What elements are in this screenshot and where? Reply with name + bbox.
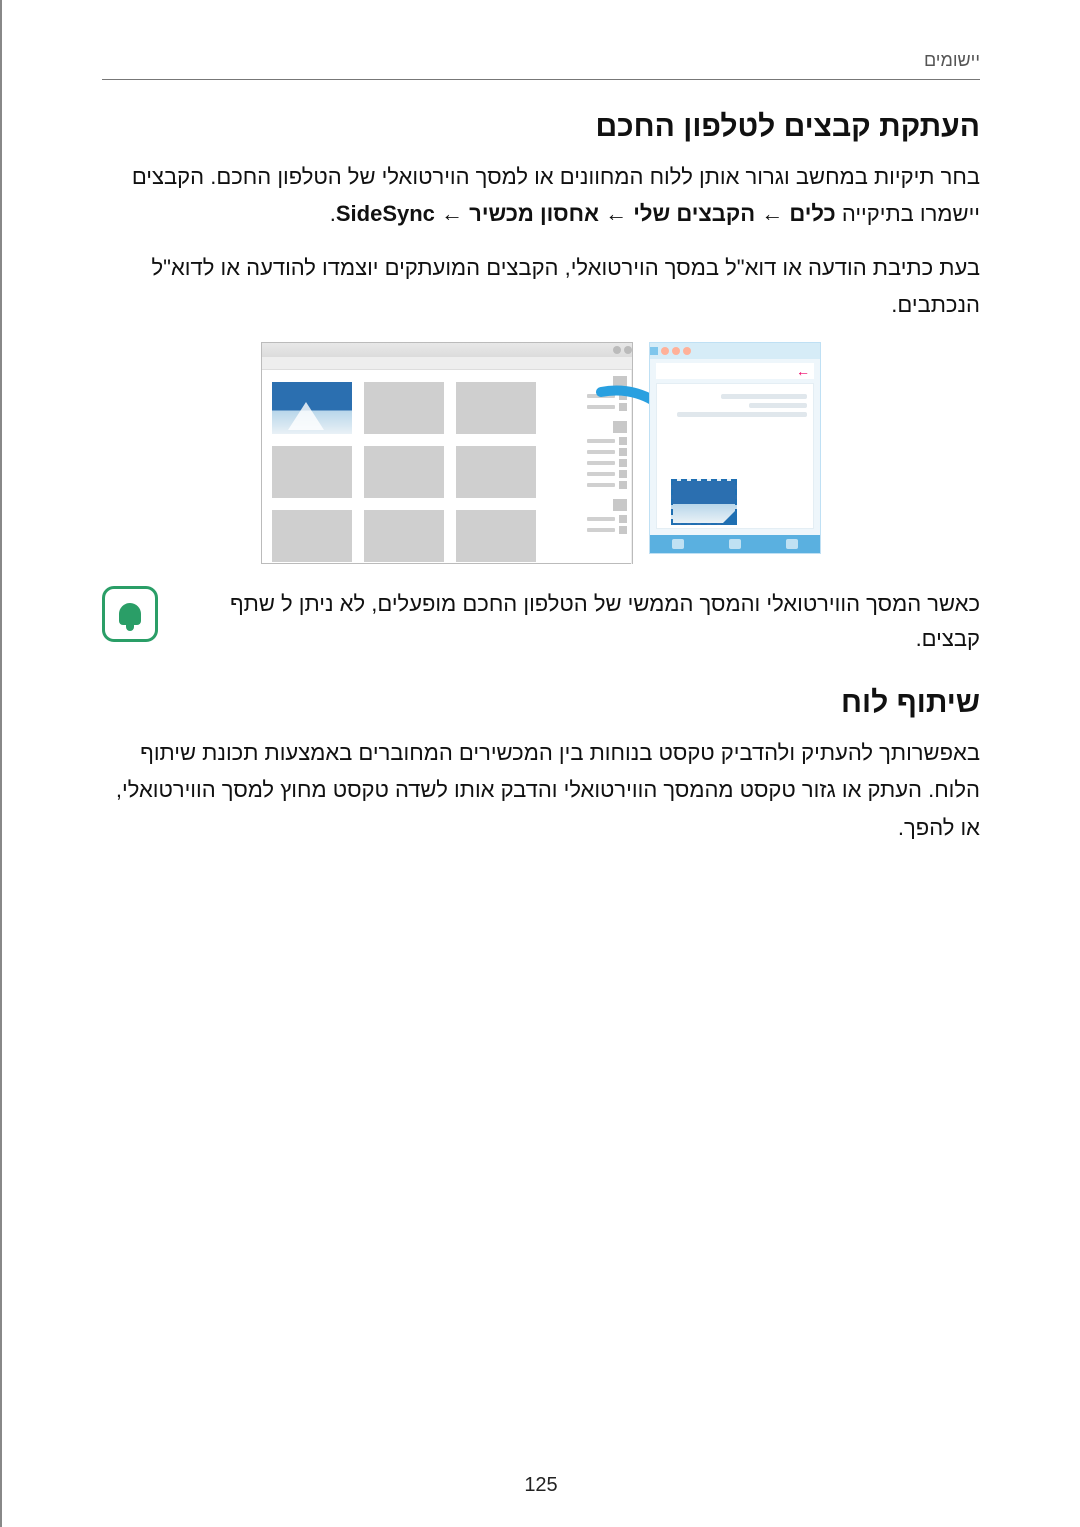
page: יישומים העתקת קבצים לטלפון החכם בחר תיקי… [0, 0, 1080, 1527]
folder-icon [619, 459, 627, 467]
folder-label [587, 450, 615, 454]
note-icon-frame [102, 586, 158, 642]
folder-icon [619, 437, 627, 445]
thumbnail [364, 382, 444, 434]
copy-files-paragraph-1: בחר תיקיות במחשב וגרור אותן ללוח המחווני… [102, 158, 980, 233]
arrow: ← [755, 201, 789, 226]
back-arrow-icon: ← [796, 363, 810, 379]
section-title-clipboard-share: שיתוף לוח [102, 686, 980, 720]
folder-label [587, 394, 615, 398]
dropped-photo [671, 479, 737, 525]
breadcrumb: יישומים [102, 50, 980, 71]
phone-virtual-screen: ← [649, 342, 821, 554]
folder-label [587, 439, 615, 443]
path-device-storage: אחסון מכשיר [469, 201, 599, 226]
thumbnail-photo [272, 382, 352, 434]
close-icon [650, 347, 658, 355]
path-sidesync: SideSync [336, 201, 435, 226]
thumbnail [456, 382, 536, 434]
phone-body [656, 383, 814, 529]
page-number: 125 [524, 1474, 557, 1497]
note-text: כאשר המסך הווירטואלי והמסך הממשי של הטלפ… [174, 586, 980, 656]
window-dot-icon [661, 347, 669, 355]
divider [102, 79, 980, 80]
path-my-files: הקבצים שלי [633, 201, 755, 226]
window-dot-icon [683, 347, 691, 355]
folder-icon [619, 448, 627, 456]
back-icon [672, 539, 684, 549]
pc-window [261, 342, 633, 564]
bell-icon [119, 603, 141, 625]
thumbnail-grid [262, 370, 552, 564]
path-tools: כלים [789, 201, 835, 226]
window-button-icon [613, 346, 621, 354]
thumbnail [272, 510, 352, 562]
pc-body [262, 370, 632, 564]
home-icon [729, 539, 741, 549]
phone-header: ← [656, 363, 814, 379]
folder-label [587, 405, 615, 409]
folder-icon [619, 526, 627, 534]
section-title-copy-files: העתקת קבצים לטלפון החכם [102, 110, 980, 144]
recent-apps-icon [786, 539, 798, 549]
thumbnail [364, 510, 444, 562]
thumbnail [456, 510, 536, 562]
folder-icon [613, 499, 627, 511]
folder-icon [619, 403, 627, 411]
clipboard-share-paragraph: באפשרותך להעתיק ולהדביק טקסט בנוחות בין … [102, 734, 980, 846]
folder-icon [613, 421, 627, 433]
folder-icon [619, 392, 627, 400]
folder-label [587, 472, 615, 476]
folder-label [587, 461, 615, 465]
figure-wrap: ← [102, 342, 980, 562]
figure-drag-file: ← [261, 342, 821, 562]
folder-label [587, 517, 615, 521]
folder-icon [619, 515, 627, 523]
note-callout: כאשר המסך הווירטואלי והמסך הממשי של הטלפ… [102, 586, 980, 656]
folder-label [587, 528, 615, 532]
phone-navbar [650, 535, 820, 553]
thumbnail [364, 446, 444, 498]
thumbnail [456, 446, 536, 498]
thumbnail [272, 446, 352, 498]
pc-toolbar [262, 357, 632, 370]
folder-label [587, 483, 615, 487]
folder-icon [619, 470, 627, 478]
phone-content-lines [657, 384, 813, 427]
pc-titlebar [262, 343, 632, 357]
window-button-icon [624, 346, 632, 354]
copy-files-paragraph-2: בעת כתיבת הודעה או דוא"ל במסך הוירטואלי,… [102, 249, 980, 324]
phone-titlebar [650, 343, 820, 359]
window-dot-icon [672, 347, 680, 355]
file-tree-sidebar [552, 370, 632, 564]
arrow: ← [435, 201, 469, 226]
arrow: ← [599, 201, 633, 226]
folder-icon [619, 481, 627, 489]
folder-icon [613, 376, 627, 388]
